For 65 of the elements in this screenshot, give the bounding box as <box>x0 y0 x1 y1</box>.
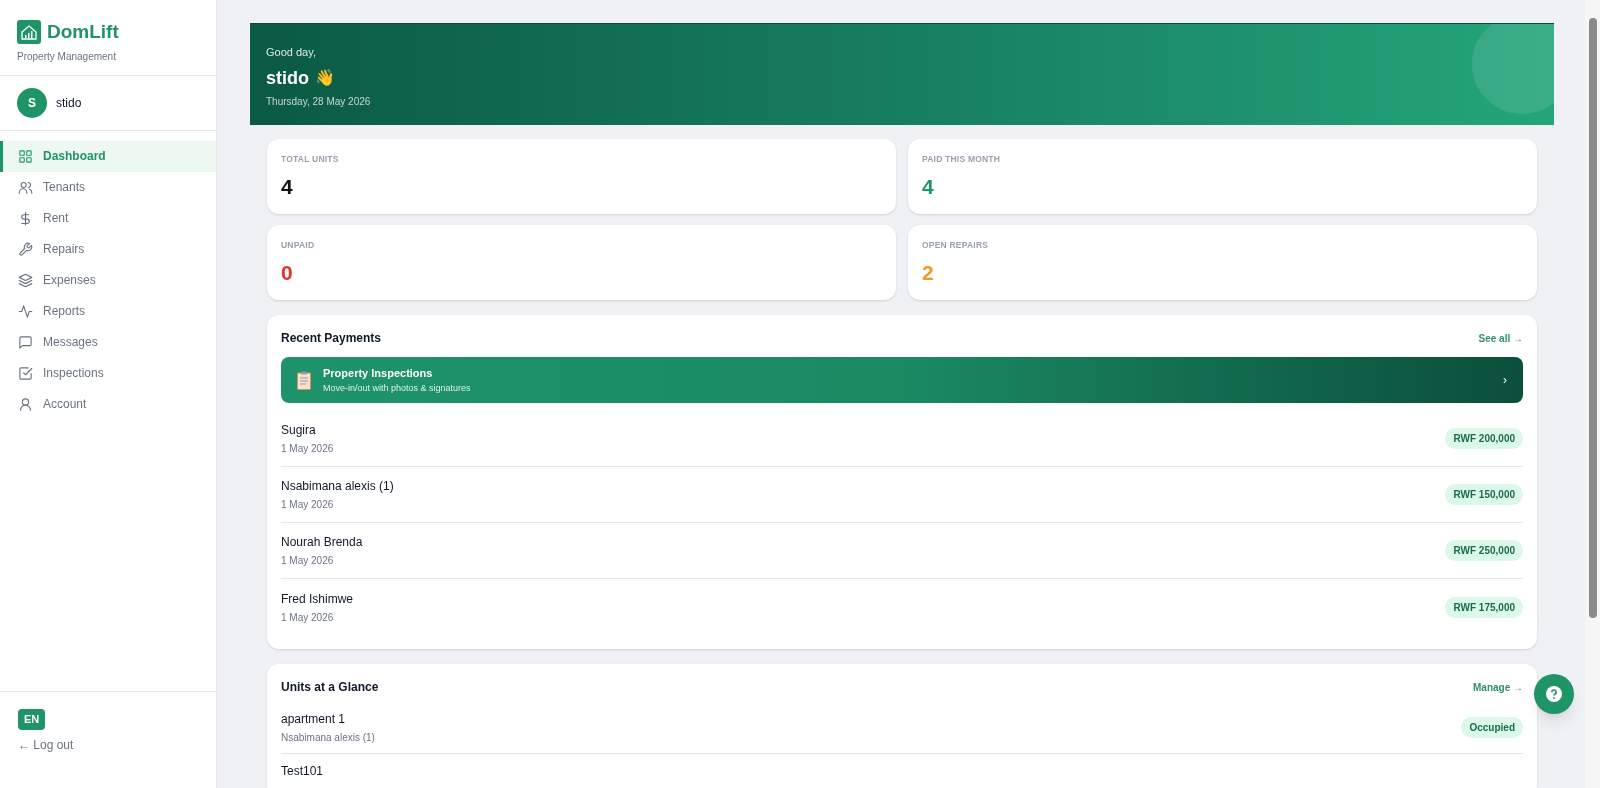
stat-label: PAID THIS MONTH <box>922 153 1002 166</box>
payer-name: Nsabimana alexis (1) <box>281 478 394 495</box>
section-title: Recent Payments <box>281 330 382 347</box>
amount-badge: RWF 150,000 <box>1445 484 1523 505</box>
unit-name: apartment 1 <box>281 711 347 728</box>
logo-icon <box>17 20 41 45</box>
section-title: Units at a Glance <box>281 679 379 696</box>
payment-date: 1 May 2026 <box>281 554 335 568</box>
scrollbar[interactable] <box>1585 0 1600 788</box>
chevron-icon: › <box>1503 371 1507 389</box>
payer-name: Nourah Brenda <box>281 534 363 551</box>
manage-link[interactable]: Manage → <box>1473 679 1523 695</box>
amount-badge: RWF 200,000 <box>1445 428 1523 449</box>
stat-value: 2 <box>922 259 935 286</box>
brand-name: DomLift <box>47 20 119 44</box>
chat-icon <box>18 334 33 350</box>
nav-item[interactable]: Inspections <box>0 357 216 389</box>
amount-badge: RWF 175,000 <box>1445 596 1523 618</box>
nav-item[interactable]: Tenants <box>0 171 216 203</box>
dollar-icon <box>18 210 33 226</box>
pulse-icon <box>18 303 33 319</box>
help-button[interactable] <box>1534 674 1574 714</box>
amount-badge: RWF 250,000 <box>1445 540 1523 561</box>
user-name: stido <box>56 94 82 112</box>
clipboard-icon <box>297 370 311 390</box>
user-icon <box>18 396 33 412</box>
checkbox-icon <box>18 365 33 381</box>
payment-date: 1 May 2026 <box>281 610 335 625</box>
nav-item[interactable]: Messages <box>0 326 216 358</box>
inspections-banner[interactable]: Property Inspections Move-in/out with photos & signatures › <box>281 357 1523 403</box>
help-icon <box>1546 686 1562 702</box>
stat-value: 4 <box>922 173 935 200</box>
nav-item[interactable]: Account <box>0 388 216 420</box>
stat-label: OPEN REPAIRS <box>922 239 990 252</box>
see-all-link[interactable]: See all → <box>1478 330 1523 346</box>
stat-label: TOTAL UNITS <box>281 153 340 166</box>
nav-item[interactable]: Reports <box>0 295 216 327</box>
unit-name: Test101 <box>281 763 324 780</box>
nav-item[interactable]: Repairs <box>0 233 216 265</box>
nav-item[interactable]: Rent <box>0 202 216 234</box>
greeting-date: Thursday, 28 May 2026 <box>266 94 372 109</box>
payer-name: Sugira <box>281 422 317 439</box>
payer-name: Fred Ishimwe <box>281 590 354 608</box>
greeting-name: stido <box>266 66 309 90</box>
promo-title: Property Inspections <box>323 366 434 381</box>
nav-item[interactable]: Dashboard <box>0 140 216 172</box>
stat-label: UNPAID <box>281 239 316 252</box>
stat-value: 0 <box>281 259 294 286</box>
language-button[interactable]: EN <box>18 709 46 730</box>
nav-item[interactable]: Expenses <box>0 264 216 296</box>
layers-icon <box>18 272 33 288</box>
greeting-text: Good day, <box>266 45 317 60</box>
status-badge: Occupied <box>1461 717 1523 738</box>
stat-value: 4 <box>281 173 294 200</box>
payment-date: 1 May 2026 <box>281 442 334 456</box>
payment-date: 1 May 2026 <box>281 498 335 512</box>
wave-emoji: 👋 <box>315 68 335 88</box>
user-avatar: S <box>17 87 47 118</box>
logout-link[interactable]: ← Log out <box>18 736 74 754</box>
promo-subtitle: Move-in/out with photos & signatures <box>323 381 472 395</box>
unit-tenant: Nsabimana alexis (1) <box>281 731 375 745</box>
brand-tagline: Property Management <box>17 49 117 64</box>
wrench-icon <box>18 241 33 257</box>
grid-icon <box>18 148 33 164</box>
users-icon <box>18 179 33 195</box>
